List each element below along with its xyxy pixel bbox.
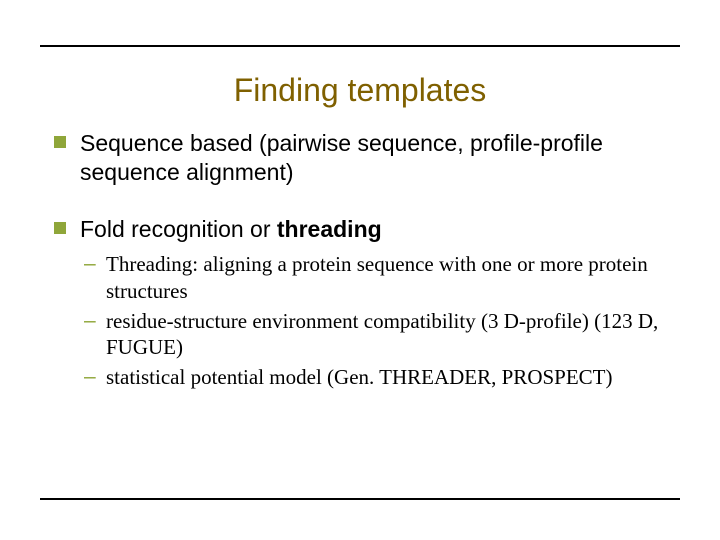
sub-list-item: Threading: aligning a protein sequence w… [84,251,680,304]
list-item-text: Fold recognition or [80,216,277,242]
top-divider [40,45,680,47]
sub-list-item: residue-structure environment compatibil… [84,308,680,361]
list-item: Sequence based (pairwise sequence, profi… [50,129,680,187]
bottom-divider [40,498,680,500]
sub-list: Threading: aligning a protein sequence w… [84,251,680,390]
sub-list-item: statistical potential model (Gen. THREAD… [84,364,680,390]
list-item-text: Sequence based (pairwise sequence, profi… [80,130,603,185]
slide: Finding templates Sequence based (pairwi… [0,0,720,540]
slide-title: Finding templates [40,72,680,109]
list-item: Fold recognition or threading Threading:… [50,215,680,391]
list-item-text-bold: threading [277,216,382,242]
bullet-list: Sequence based (pairwise sequence, profi… [50,129,680,391]
